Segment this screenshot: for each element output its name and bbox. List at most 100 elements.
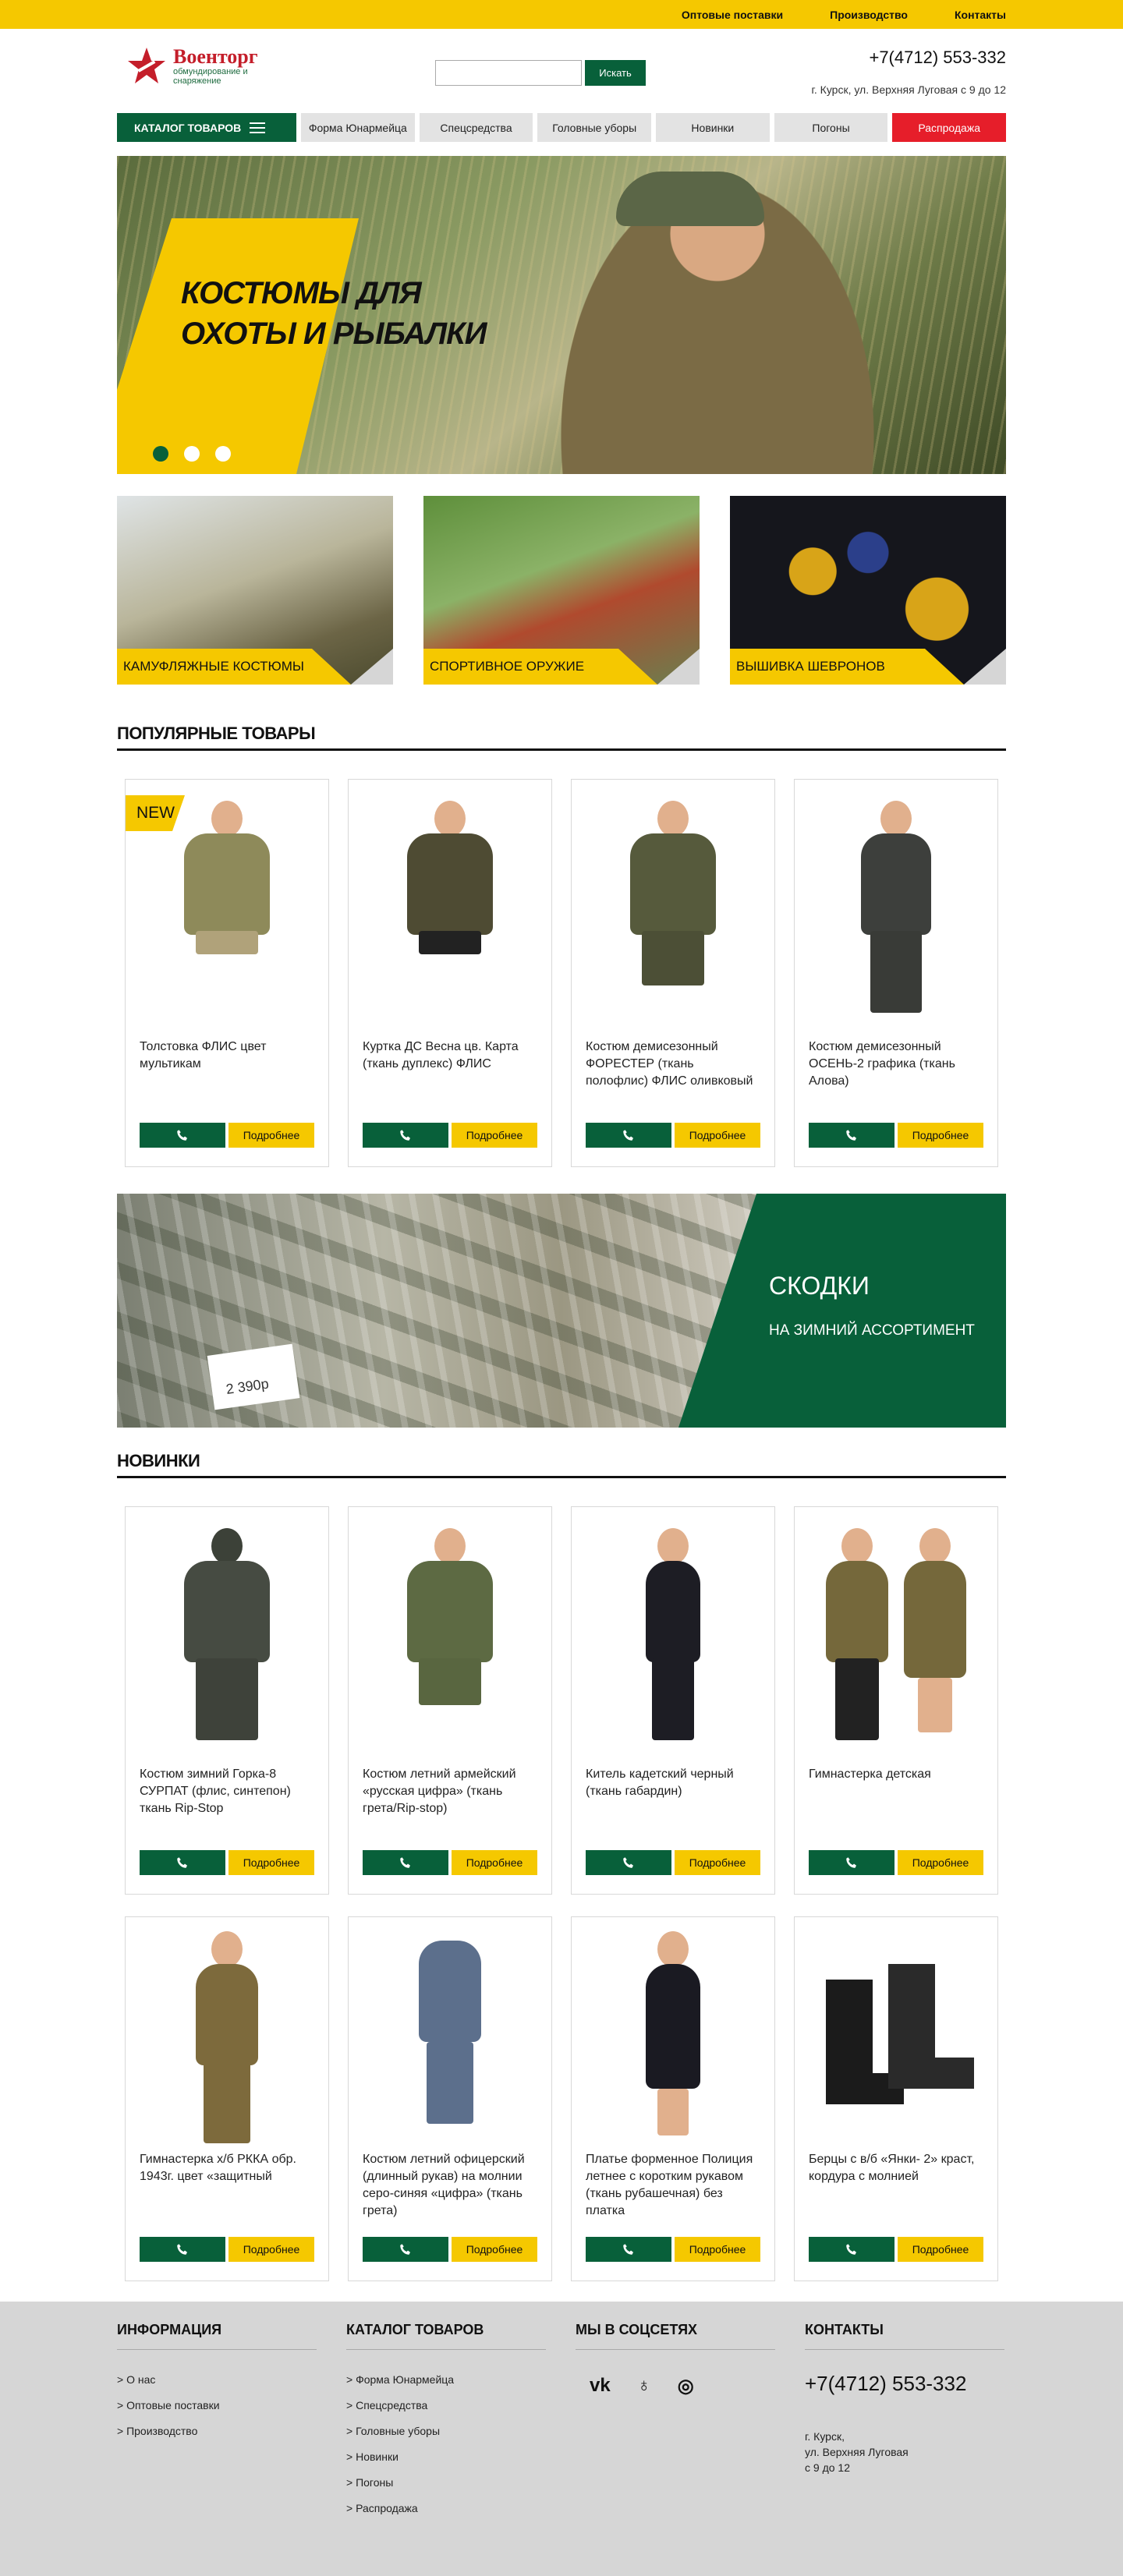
call-button[interactable]: [140, 2237, 225, 2262]
phone-icon: [846, 2244, 856, 2255]
footer-link-shoulder-straps[interactable]: Погоны: [346, 2470, 546, 2496]
nav-item-special-equipment[interactable]: Спецсредства: [419, 113, 533, 142]
product-card[interactable]: Костюм летний офицерский (длинный рукав)…: [348, 1916, 552, 2281]
footer-link-headwear[interactable]: Головные уборы: [346, 2419, 546, 2444]
details-button[interactable]: Подробнее: [452, 1850, 537, 1875]
call-button[interactable]: [586, 1123, 671, 1148]
product-image: [809, 1928, 983, 2140]
details-button[interactable]: Подробнее: [898, 2237, 983, 2262]
details-button[interactable]: Подробнее: [452, 1123, 537, 1148]
category-label: КАМУФЛЯЖНЫЕ КОСТЮМЫ: [117, 649, 351, 685]
catalog-menu-button[interactable]: КАТАЛОГ ТОВАРОВ: [117, 113, 296, 142]
call-button[interactable]: [809, 2237, 895, 2262]
call-button[interactable]: [363, 1850, 448, 1875]
product-name[interactable]: Костюм демисезонный ФОРЕСТЕР (ткань поло…: [586, 1039, 757, 1090]
footer-link-new[interactable]: Новинки: [346, 2444, 546, 2470]
product-card[interactable]: NEW Толстовка ФЛИС цвет мультикам Подроб…: [125, 779, 329, 1167]
call-button[interactable]: [363, 2237, 448, 2262]
details-button[interactable]: Подробнее: [898, 1123, 983, 1148]
search-input[interactable]: [435, 60, 582, 86]
nav-item-headwear[interactable]: Головные уборы: [537, 113, 652, 142]
product-card[interactable]: Костюм демисезонный ФОРЕСТЕР (ткань поло…: [571, 779, 775, 1167]
details-button[interactable]: Подробнее: [228, 1850, 314, 1875]
category-cards: КАМУФЛЯЖНЫЕ КОСТЮМЫ СПОРТИВНОЕ ОРУЖИЕ ВЫ…: [117, 496, 1006, 685]
nav-item-shoulder-straps[interactable]: Погоны: [774, 113, 888, 142]
hero-title: КОСТЮМЫ ДЛЯ ОХОТЫ И РЫБАЛКИ: [181, 276, 487, 351]
topbar-link-wholesale[interactable]: Оптовые поставки: [682, 9, 783, 21]
novelties-row-1: Костюм зимний Горка-8 СУРПАТ (флис, синт…: [117, 1506, 1006, 1895]
product-card[interactable]: Платье форменное Полиция летнее с коротк…: [571, 1916, 775, 2281]
footer-address: г. Курск, ул. Верхняя Луговая с 9 до 12: [805, 2430, 909, 2474]
product-image: [586, 1928, 760, 2140]
product-name[interactable]: Платье форменное Полиция летнее с коротк…: [586, 2151, 757, 2220]
product-name[interactable]: Толстовка ФЛИС цвет мультикам: [140, 1039, 311, 1073]
details-button[interactable]: Подробнее: [675, 1123, 760, 1148]
details-button[interactable]: Подробнее: [675, 1850, 760, 1875]
details-button[interactable]: Подробнее: [228, 1123, 314, 1148]
instagram-icon[interactable]: ◎: [678, 2375, 694, 2397]
call-button[interactable]: [140, 1850, 225, 1875]
product-name[interactable]: Костюм зимний Горка-8 СУРПАТ (флис, синт…: [140, 1766, 311, 1817]
product-card[interactable]: Гимнастерка х/б РККА обр. 1943г. цвет «з…: [125, 1916, 329, 2281]
call-button[interactable]: [363, 1123, 448, 1148]
hero-photo-cap: [616, 172, 764, 226]
product-name[interactable]: Гимнастерка детская: [809, 1766, 980, 1783]
category-card-camo[interactable]: КАМУФЛЯЖНЫЕ КОСТЮМЫ: [117, 496, 393, 685]
product-card[interactable]: Куртка ДС Весна цв. Карта (ткань дуплекс…: [348, 779, 552, 1167]
call-button[interactable]: [809, 1123, 895, 1148]
header-phone[interactable]: +7(4712) 553-332: [869, 48, 1006, 68]
footer-link-youth-uniform[interactable]: Форма Юнармейца: [346, 2367, 546, 2393]
product-card[interactable]: Китель кадетский черный (ткань габардин)…: [571, 1506, 775, 1895]
footer-link-about[interactable]: О нас: [117, 2367, 317, 2393]
search-button[interactable]: Искать: [585, 60, 646, 86]
logo[interactable]: Военторг обмундирование и снаряжение: [126, 46, 275, 87]
odnoklassniki-icon[interactable]: ♁: [637, 2375, 651, 2397]
product-image: [140, 1928, 314, 2143]
topbar-link-production[interactable]: Производство: [830, 9, 908, 21]
footer-catalog: КАТАЛОГ ТОВАРОВ Форма Юнармейца Спецсред…: [346, 2322, 546, 2521]
product-name[interactable]: Костюм демисезонный ОСЕНЬ-2 графика (тка…: [809, 1039, 980, 1090]
footer-link-production[interactable]: Производство: [117, 2419, 317, 2444]
call-button[interactable]: [140, 1123, 225, 1148]
logo-subtitle: обмундирование и снаряжение: [173, 67, 248, 86]
footer-contacts-title: КОНТАКТЫ: [805, 2322, 1004, 2350]
topbar-link-contacts[interactable]: Контакты: [955, 9, 1006, 21]
product-name[interactable]: Китель кадетский черный (ткань габардин): [586, 1766, 757, 1800]
product-card[interactable]: Гимнастерка детская Подробнее: [794, 1506, 998, 1895]
slider-dot-3[interactable]: [215, 446, 231, 462]
product-card[interactable]: Костюм зимний Горка-8 СУРПАТ (флис, синт…: [125, 1506, 329, 1895]
details-button[interactable]: Подробнее: [228, 2237, 314, 2262]
popular-section-title: ПОПУЛЯРНЫЕ ТОВАРЫ: [117, 724, 1006, 751]
details-button[interactable]: Подробнее: [898, 1850, 983, 1875]
footer-link-wholesale[interactable]: Оптовые поставки: [117, 2393, 317, 2419]
slider-dot-2[interactable]: [184, 446, 200, 462]
call-button[interactable]: [586, 1850, 671, 1875]
footer-phone[interactable]: +7(4712) 553-332: [805, 2372, 1004, 2396]
banner-subtitle: НА ЗИМНИЙ АССОРТИМЕНТ: [769, 1322, 975, 1339]
details-button[interactable]: Подробнее: [675, 2237, 760, 2262]
winter-sale-banner[interactable]: 2 390р СКОДКИ НА ЗИМНИЙ АССОРТИМЕНТ: [117, 1194, 1006, 1428]
phone-icon: [846, 1857, 856, 1868]
category-card-sport-weapons[interactable]: СПОРТИВНОЕ ОРУЖИЕ: [423, 496, 700, 685]
hero-slider[interactable]: КОСТЮМЫ ДЛЯ ОХОТЫ И РЫБАЛКИ: [117, 156, 1006, 474]
product-name[interactable]: Гимнастерка х/б РККА обр. 1943г. цвет «з…: [140, 2151, 311, 2185]
product-card[interactable]: Берцы с в/б «Янки- 2» краст, кордура с м…: [794, 1916, 998, 2281]
product-name[interactable]: Костюм летний армейский «русская цифра» …: [363, 1766, 534, 1817]
footer-link-special-equipment[interactable]: Спецсредства: [346, 2393, 546, 2419]
footer-link-sale[interactable]: Распродажа: [346, 2496, 546, 2521]
product-name[interactable]: Берцы с в/б «Янки- 2» краст, кордура с м…: [809, 2151, 980, 2185]
slider-dot-1[interactable]: [153, 446, 168, 462]
nav-item-new[interactable]: Новинки: [656, 113, 770, 142]
category-card-patches[interactable]: ВЫШИВКА ШЕВРОНОВ: [730, 496, 1006, 685]
product-name[interactable]: Куртка ДС Весна цв. Карта (ткань дуплекс…: [363, 1039, 534, 1073]
product-card[interactable]: Костюм демисезонный ОСЕНЬ-2 графика (тка…: [794, 779, 998, 1167]
nav-item-sale[interactable]: Распродажа: [892, 113, 1007, 142]
nav-item-youth-uniform[interactable]: Форма Юнармейца: [301, 113, 415, 142]
product-card[interactable]: Костюм летний армейский «русская цифра» …: [348, 1506, 552, 1895]
call-button[interactable]: [586, 2237, 671, 2262]
call-button[interactable]: [809, 1850, 895, 1875]
product-image: [809, 1518, 983, 1744]
vk-icon[interactable]: vk: [590, 2375, 611, 2397]
details-button[interactable]: Подробнее: [452, 2237, 537, 2262]
product-name[interactable]: Костюм летний офицерский (длинный рукав)…: [363, 2151, 534, 2220]
